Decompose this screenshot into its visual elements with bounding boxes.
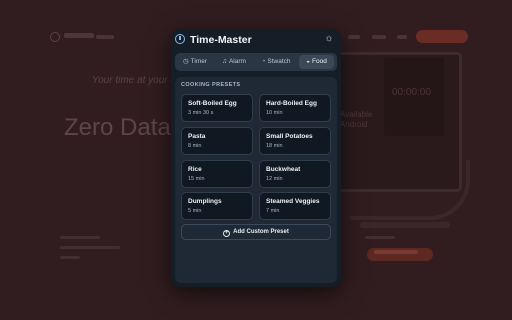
- popup-header: Time-Master ☼: [171, 29, 341, 51]
- tab-timer[interactable]: ◷ Timer: [178, 55, 212, 69]
- preset-small-potatoes[interactable]: Small Potatoes 18 min: [259, 127, 331, 155]
- monitor-stand-arc: [350, 160, 470, 220]
- preset-duration: 7 min: [266, 208, 280, 214]
- section-title: COOKING PRESETS: [181, 82, 241, 88]
- preset-duration: 10 min: [266, 110, 283, 116]
- preset-name: Hard-Boiled Egg: [266, 100, 317, 107]
- preset-name: Small Potatoes: [266, 133, 313, 140]
- stopwatch-icon: ◔: [261, 58, 266, 65]
- tab-alarm[interactable]: ♫ Alarm: [215, 55, 253, 69]
- hero-side-text: Android: [340, 120, 368, 129]
- preset-name: Dumplings: [188, 198, 222, 205]
- hero-title: Zero Data: [64, 114, 171, 141]
- preset-steamed-veggies[interactable]: Steamed Veggies 7 min: [259, 192, 331, 220]
- plus-circle-icon: +: [223, 230, 231, 237]
- preset-duration: 3 min 30 s: [188, 110, 214, 116]
- preset-duration: 18 min: [266, 143, 283, 149]
- extension-popup: Time-Master ☼ ◷ Timer ♫ Alarm ◔ Stwatch ◒ Fo…: [171, 29, 341, 287]
- preset-name: Buckwheat: [266, 166, 301, 173]
- preset-duration: 5 min: [188, 208, 202, 214]
- footer-text: [60, 236, 100, 239]
- preset-pasta[interactable]: Pasta 8 min: [181, 127, 253, 155]
- preset-dumplings[interactable]: Dumplings 5 min: [181, 192, 253, 220]
- header-cta-button: [416, 30, 468, 43]
- tab-stopwatch[interactable]: ◔ Stwatch: [256, 55, 296, 69]
- monitor-time: 00:00:00: [392, 87, 431, 98]
- preset-name: Soft-Boiled Egg: [188, 100, 237, 107]
- tab-bar: ◷ Timer ♫ Alarm ◔ Stwatch ◒ Food: [175, 53, 337, 71]
- preset-soft-boiled-egg[interactable]: Soft-Boiled Egg 3 min 30 s: [181, 94, 253, 122]
- add-custom-preset-label: Add Custom Preset: [233, 229, 289, 235]
- download-button-label: [374, 250, 418, 254]
- preset-duration: 15 min: [188, 176, 205, 182]
- preset-buckwheat[interactable]: Buckwheat 12 min: [259, 160, 331, 188]
- stopwatch-icon: [175, 34, 185, 44]
- nav-link: [397, 35, 407, 39]
- tab-food[interactable]: ◒ Food: [299, 55, 334, 69]
- food-icon: ◒: [306, 58, 311, 65]
- nav-link: [96, 35, 114, 39]
- site-logo-text: [64, 33, 94, 38]
- preset-duration: 8 min: [188, 143, 202, 149]
- food-presets-panel: COOKING PRESETS Soft-Boiled Egg 3 min 30…: [175, 77, 337, 283]
- sun-icon[interactable]: ☼: [324, 34, 334, 44]
- preset-hard-boiled-egg[interactable]: Hard-Boiled Egg 10 min: [259, 94, 331, 122]
- footer-text: [60, 256, 80, 259]
- preset-name: Pasta: [188, 133, 206, 140]
- footer-text: [60, 246, 120, 249]
- timer-icon: ◷: [182, 58, 189, 65]
- add-custom-preset-button[interactable]: + Add Custom Preset: [181, 224, 331, 240]
- site-logo-icon: [50, 32, 60, 42]
- nav-link: [348, 35, 360, 39]
- footer-text: [365, 236, 395, 239]
- preset-rice[interactable]: Rice 15 min: [181, 160, 253, 188]
- app-title: Time-Master: [190, 34, 252, 46]
- nav-link: [372, 35, 386, 39]
- hero-side-text: Available: [340, 110, 373, 119]
- preset-name: Rice: [188, 166, 202, 173]
- bell-icon: ♫: [222, 58, 227, 65]
- monitor-stand: [360, 222, 450, 228]
- preset-duration: 12 min: [266, 176, 283, 182]
- preset-name: Steamed Veggies: [266, 198, 320, 205]
